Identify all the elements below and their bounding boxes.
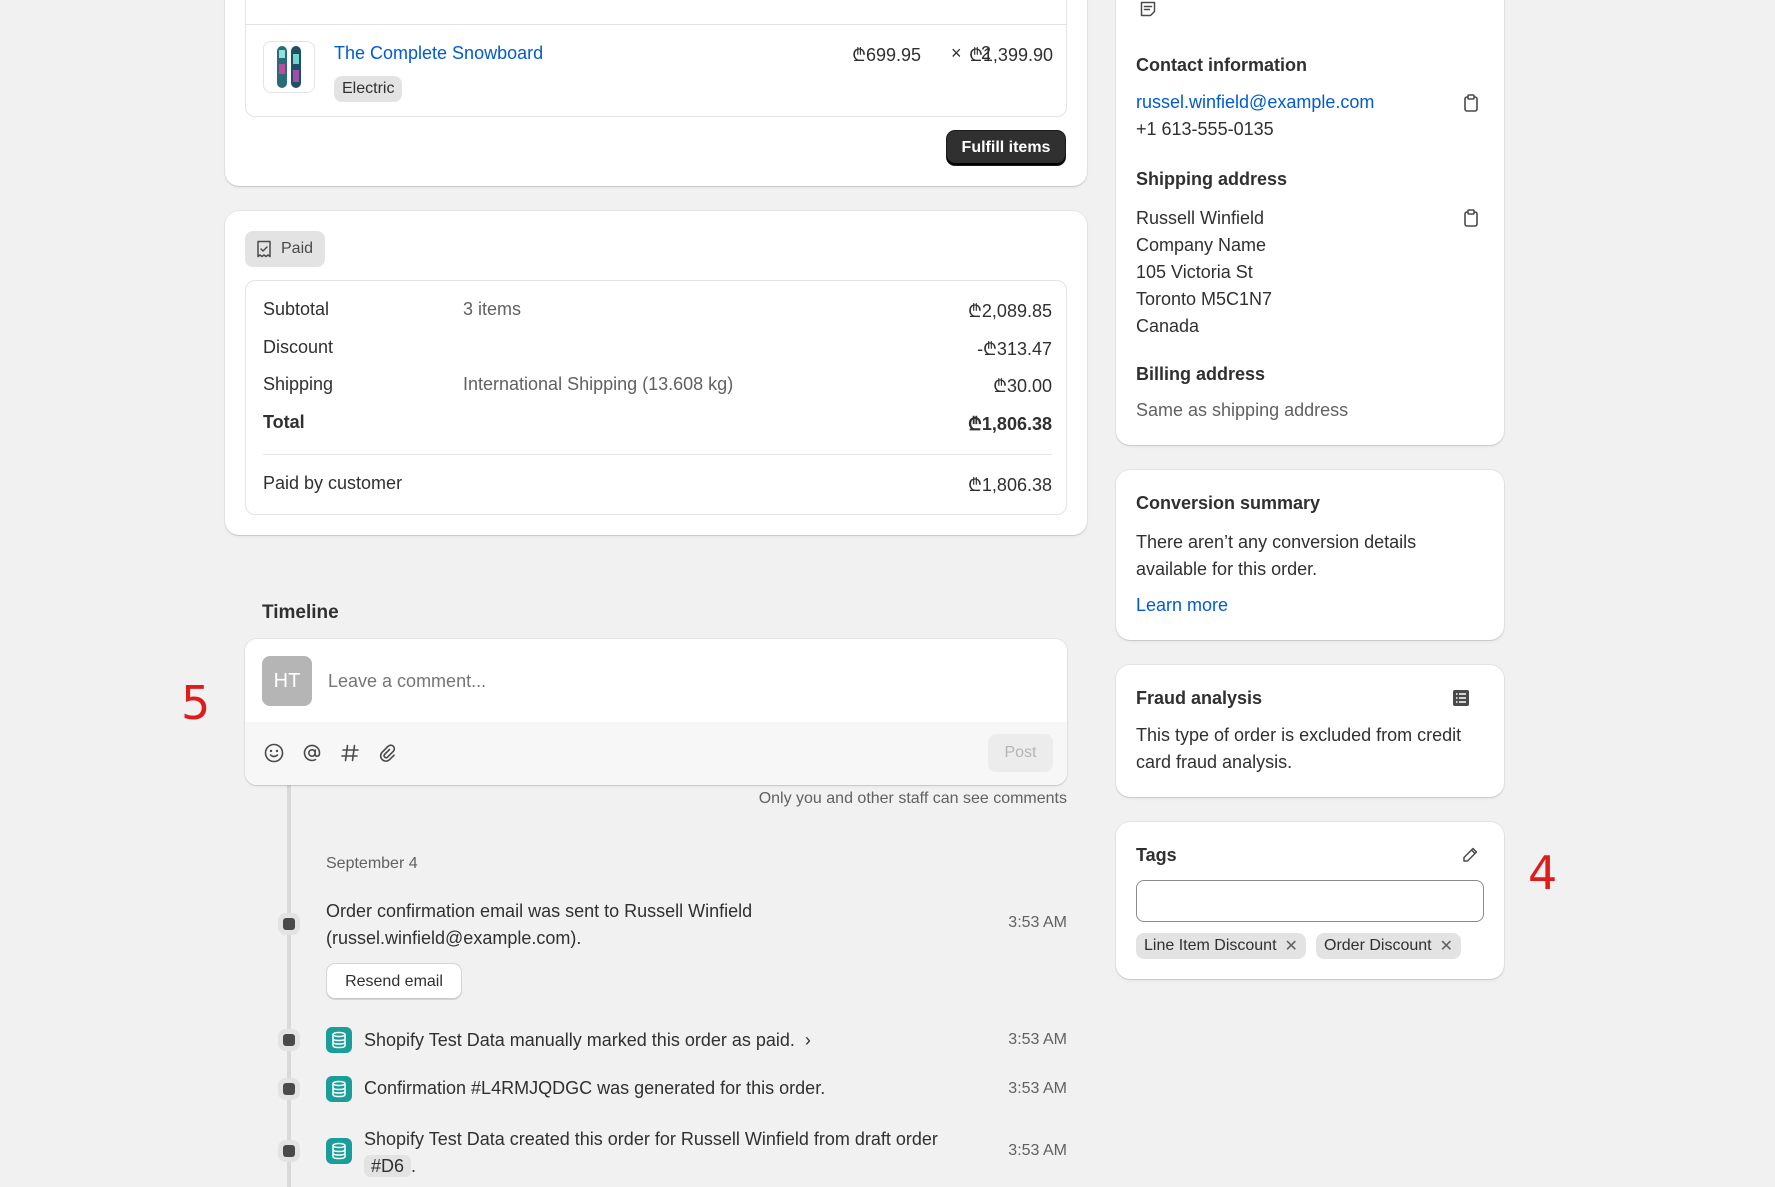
shipping-line: Company Name: [1136, 235, 1267, 255]
emoji-icon[interactable]: [263, 742, 285, 764]
line-item-box: The Complete Snowboard Electric ₾699.95 …: [245, 0, 1067, 117]
conversion-heading: Conversion summary: [1136, 493, 1321, 513]
paid-by-customer-label: Paid by customer: [263, 473, 403, 493]
billing-text: Same as shipping address: [1136, 400, 1349, 420]
payment-summary-box: Subtotal 3 items ₾2,089.85 Discount -₾31…: [245, 280, 1067, 515]
line-total: ₾1,399.90: [969, 45, 1053, 65]
draft-order-link[interactable]: #D6: [364, 1155, 412, 1177]
hashtag-icon[interactable]: [339, 742, 361, 764]
timeline-dot: [283, 1145, 295, 1157]
contact-heading: Contact information: [1136, 55, 1307, 75]
event-text: Confirmation #L4RMJQDGC was generated fo…: [364, 1078, 826, 1098]
annotation-5: 5: [181, 676, 211, 730]
event-text: Order confirmation email was sent to Rus…: [326, 901, 753, 948]
fraud-heading: Fraud analysis: [1136, 688, 1263, 708]
tag-label: Order Discount: [1324, 937, 1432, 954]
shipping-heading: Shipping address: [1136, 169, 1288, 189]
notes-icon[interactable]: [1137, 0, 1159, 20]
list-details-icon[interactable]: [1450, 687, 1472, 709]
tag-chip: Order Discount ✕: [1316, 933, 1461, 959]
discount-label: Discount: [263, 337, 334, 357]
post-button[interactable]: Post: [988, 734, 1053, 772]
shipping-amount: ₾30.00: [993, 376, 1052, 396]
customer-email-link[interactable]: russel.winfield@example.com: [1136, 92, 1374, 113]
resend-email-button[interactable]: Resend email: [327, 964, 461, 999]
timeline-dot: [283, 918, 295, 930]
billing-heading: Billing address: [1136, 364, 1266, 384]
total-amount: ₾1,806.38: [968, 414, 1052, 434]
shipping-line: Canada: [1136, 316, 1200, 336]
event-time: 3:53 AM: [1008, 1031, 1067, 1048]
product-name-link[interactable]: The Complete Snowboard: [334, 43, 543, 64]
paid-badge: Paid: [245, 231, 326, 267]
event-text[interactable]: Shopify Test Data manually marked this o…: [364, 1030, 811, 1051]
timeline-title: Timeline: [262, 602, 339, 623]
variant-badge: Electric: [334, 76, 403, 102]
remove-tag-icon[interactable]: ✕: [1440, 936, 1453, 956]
tags-input[interactable]: [1136, 880, 1484, 922]
event-text-suffix: .: [411, 1156, 417, 1176]
unit-price: ₾699.95: [852, 45, 921, 65]
tag-chip: Line Item Discount ✕: [1136, 933, 1306, 959]
customer-phone: +1 613-555-0135: [1136, 119, 1274, 139]
annotation-4: 4: [1528, 846, 1558, 900]
remove-tag-icon[interactable]: ✕: [1285, 936, 1298, 956]
tags-card: Tags Line Item Discount ✕ Order Discount…: [1116, 822, 1504, 979]
total-label: Total: [263, 412, 305, 432]
conversion-card: Conversion summary There aren’t any conv…: [1116, 470, 1504, 640]
attachment-icon[interactable]: [377, 742, 399, 764]
subtotal-detail: 3 items: [463, 299, 522, 319]
timeline-dot: [283, 1034, 295, 1046]
conversion-text: There aren’t any conversion details avai…: [1136, 532, 1417, 579]
event-text: Shopify Test Data created this order for…: [364, 1126, 984, 1180]
shipping-line: Russell Winfield: [1136, 208, 1265, 228]
discount-amount: -₾313.47: [977, 339, 1052, 359]
shipping-detail: International Shipping (13.608 kg): [463, 374, 734, 394]
event-text-label: Shopify Test Data manually marked this o…: [364, 1030, 795, 1050]
shipping-line: 105 Victoria St: [1136, 262, 1253, 282]
timeline-date: September 4: [326, 855, 418, 872]
shipping-label: Shipping: [263, 374, 334, 394]
comment-input[interactable]: [328, 659, 1028, 703]
subtotal-amount: ₾2,089.85: [968, 301, 1052, 321]
fulfillment-card: The Complete Snowboard Electric ₾699.95 …: [225, 0, 1087, 186]
shopify-app-icon: [326, 1076, 352, 1102]
mention-icon[interactable]: [301, 742, 323, 764]
comment-composer: HT Post: [245, 639, 1067, 785]
product-thumbnail[interactable]: [263, 41, 315, 93]
event-time: 3:53 AM: [1008, 1142, 1067, 1159]
divider: [263, 454, 1052, 455]
paid-label: Paid: [281, 240, 314, 257]
shopify-app-icon: [326, 1027, 352, 1053]
event-time: 3:53 AM: [1008, 1080, 1067, 1097]
copy-email-icon[interactable]: [1460, 92, 1482, 114]
chevron-right-icon: ›: [804, 1030, 811, 1050]
avatar-initials: HT: [273, 669, 301, 692]
fulfill-items-button[interactable]: Fulfill items: [947, 131, 1065, 165]
fraud-card: Fraud analysis This type of order is exc…: [1116, 665, 1504, 797]
avatar: HT: [262, 656, 312, 706]
divider: [246, 24, 1066, 25]
learn-more-link[interactable]: Learn more: [1136, 595, 1228, 616]
customer-card: Contact information russel.winfield@exam…: [1116, 0, 1504, 445]
shipping-line: Toronto M5C1N7: [1136, 289, 1273, 309]
tags-heading: Tags: [1136, 845, 1177, 865]
event-text-label: Shopify Test Data created this order for…: [364, 1129, 938, 1149]
timeline-dot: [283, 1083, 295, 1095]
shipping-address: Russell Winfield Company Name 105 Victor…: [1136, 205, 1272, 340]
subtotal-label: Subtotal: [263, 299, 330, 319]
event-time: 3:53 AM: [1008, 914, 1067, 931]
fraud-text: This type of order is excluded from cred…: [1136, 725, 1462, 772]
snowboard-image: [277, 46, 301, 88]
staff-note: Only you and other staff can see comment…: [758, 790, 1067, 807]
receipt-paid-icon: [257, 240, 271, 258]
edit-pencil-icon[interactable]: [1459, 844, 1481, 866]
timeline-line: [287, 780, 291, 1187]
paid-by-customer-amount: ₾1,806.38: [968, 475, 1052, 495]
tag-label: Line Item Discount: [1144, 937, 1277, 954]
payment-card: Paid Subtotal 3 items ₾2,089.85 Discount…: [225, 211, 1087, 535]
shopify-app-icon: [326, 1138, 352, 1164]
copy-address-icon[interactable]: [1460, 207, 1482, 229]
composer-toolbar: Post: [245, 722, 1067, 785]
